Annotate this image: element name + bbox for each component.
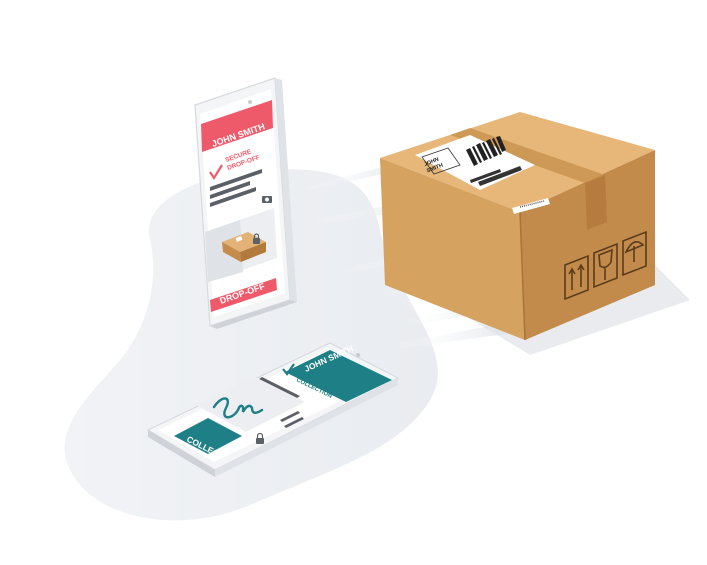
phone-dropoff: JOHN SMITH SECURE DROP-OFF DROP-OFF — [194, 77, 297, 329]
phone-dropoff-camera — [248, 100, 252, 104]
box-tape-side — [585, 175, 607, 230]
delivery-illustration: JOHN SMITH JOHN SMITH SECURE DROP-OFF DR… — [64, 77, 690, 521]
camera-icon — [262, 196, 272, 203]
phone-collect-camera — [356, 353, 360, 357]
